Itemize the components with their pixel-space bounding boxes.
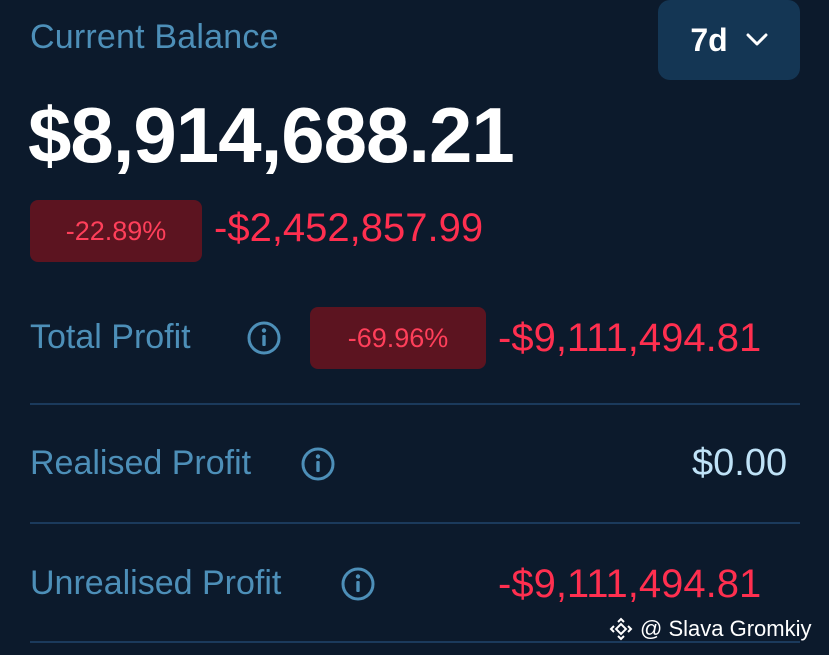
balance-change-amount: -$2,452,857.99	[214, 206, 484, 250]
total-profit-percent-badge: -69.96%	[310, 307, 486, 369]
info-icon[interactable]	[340, 566, 376, 602]
unrealised-profit-label: Unrealised Profit	[30, 564, 282, 602]
total-profit-amount: -$9,111,494.81	[498, 316, 762, 360]
current-balance-label: Current Balance	[30, 18, 279, 56]
divider	[30, 403, 800, 405]
total-profit-percent: -69.96%	[347, 322, 449, 353]
divider	[30, 522, 800, 524]
balance-change-percent: -22.89%	[65, 215, 167, 246]
watermark-text: @ Slava Gromkiy	[640, 616, 812, 641]
unrealised-profit-amount: -$9,111,494.81	[498, 562, 762, 606]
watermark: @ Slava Gromkiy	[608, 616, 811, 642]
total-profit-label: Total Profit	[30, 318, 191, 356]
balance-amount: $8,914,688.21	[28, 91, 515, 179]
realised-profit-amount: $0.00	[692, 442, 788, 484]
info-icon[interactable]	[300, 446, 336, 482]
chevron-down-icon	[746, 33, 768, 46]
realised-profit-label: Realised Profit	[30, 444, 252, 482]
period-dropdown[interactable]: 7d	[658, 0, 800, 80]
binance-diamond-icon	[609, 617, 633, 641]
period-value: 7d	[690, 21, 728, 58]
balance-change-percent-badge: -22.89%	[30, 200, 202, 262]
info-icon[interactable]	[246, 320, 282, 356]
